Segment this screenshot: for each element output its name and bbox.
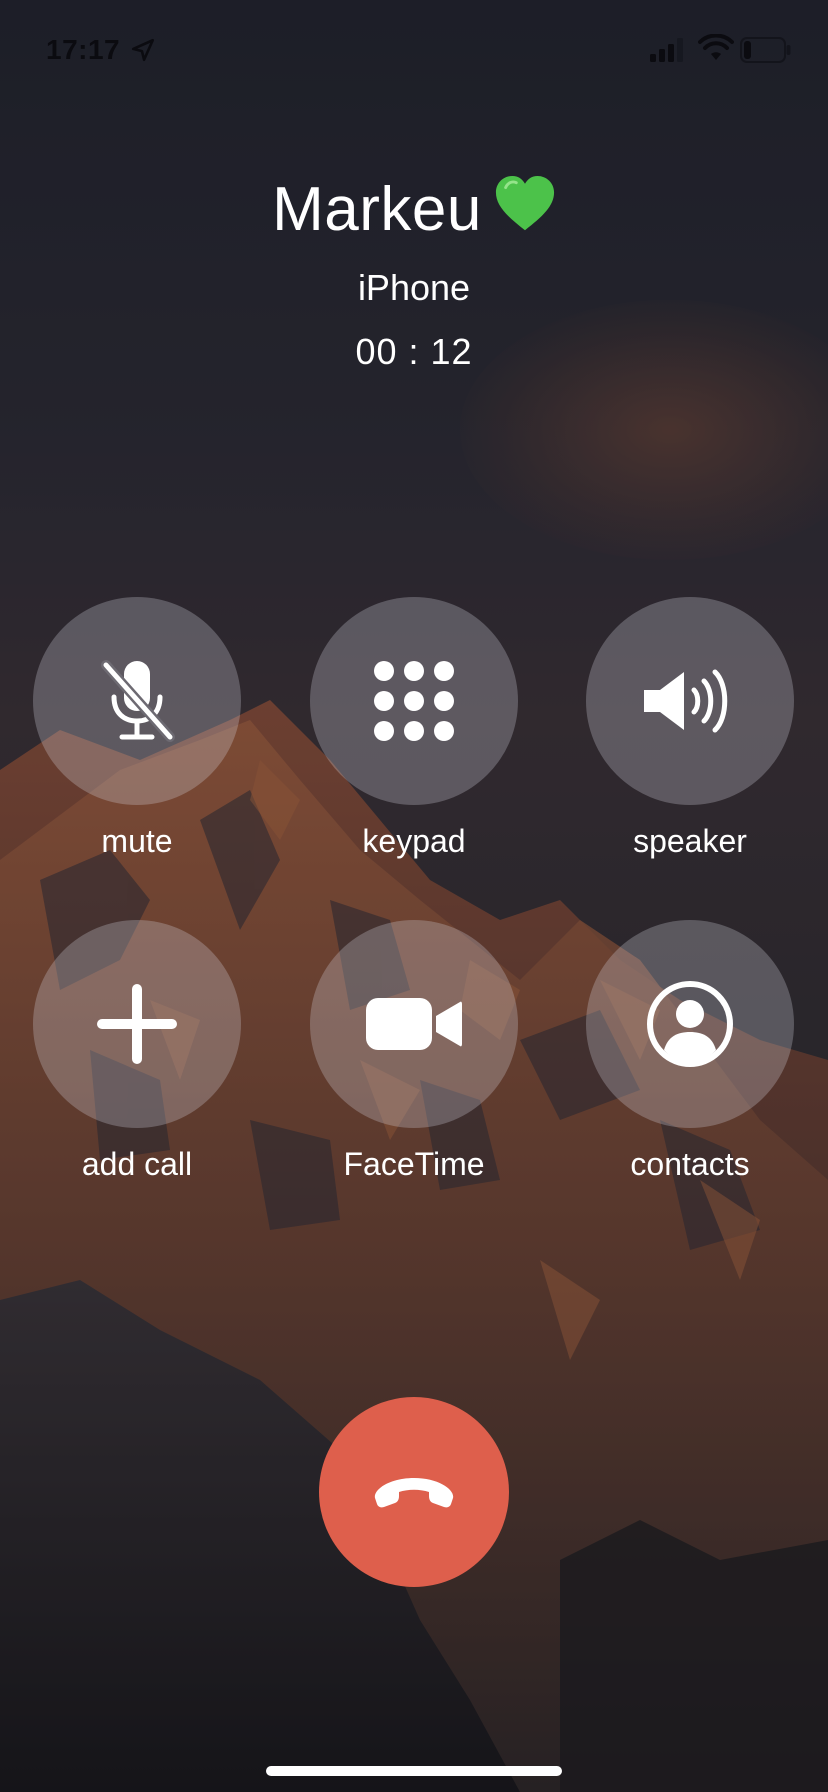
microphone-muted-icon — [101, 660, 175, 742]
home-indicator[interactable] — [266, 1766, 562, 1776]
keypad-icon — [374, 661, 454, 741]
contacts-label: contacts — [630, 1146, 750, 1182]
phone-hangup-icon — [374, 1478, 454, 1508]
caller-info: Markeu iPhone 00 : 12 — [0, 170, 828, 374]
speaker-button-circle[interactable] — [586, 597, 794, 805]
keypad-button[interactable]: keypad — [310, 597, 518, 861]
status-time: 17:17 — [46, 34, 121, 65]
speaker-icon — [644, 669, 728, 733]
cellular-signal-icon — [650, 38, 683, 62]
call-duration: 00 : 12 — [355, 331, 473, 372]
contacts-button-circle[interactable] — [586, 920, 794, 1128]
mute-button[interactable]: mute — [33, 597, 241, 861]
facetime-label: FaceTime — [343, 1146, 485, 1182]
speaker-button[interactable]: speaker — [586, 597, 794, 861]
add-call-button-circle[interactable] — [33, 920, 241, 1128]
caller-line-label: iPhone — [357, 267, 471, 308]
location-arrow-icon — [131, 38, 155, 62]
video-camera-icon — [366, 998, 462, 1050]
call-screen: 17:17 Markeu iPhone 00 : 12 mute keypad … — [0, 0, 828, 1792]
end-call-button[interactable] — [319, 1397, 509, 1587]
keypad-label: keypad — [362, 823, 466, 859]
caller-name-row: Markeu — [0, 170, 828, 250]
battery-low-icon — [740, 37, 791, 63]
status-bar: 17:17 — [0, 0, 828, 100]
caller-name: Markeu — [272, 175, 482, 244]
mute-button-circle[interactable] — [33, 597, 241, 805]
speaker-label: speaker — [633, 823, 747, 859]
wifi-icon — [698, 34, 734, 60]
contact-person-icon — [647, 981, 733, 1067]
facetime-button-circle[interactable] — [310, 920, 518, 1128]
green-heart-icon — [495, 175, 554, 231]
add-call-label: add call — [81, 1146, 193, 1182]
contacts-button[interactable]: contacts — [586, 920, 794, 1184]
facetime-button[interactable]: FaceTime — [310, 920, 518, 1184]
keypad-button-circle[interactable] — [310, 597, 518, 805]
plus-icon — [97, 984, 177, 1064]
mute-label: mute — [101, 823, 173, 859]
add-call-button[interactable]: add call — [33, 920, 241, 1184]
